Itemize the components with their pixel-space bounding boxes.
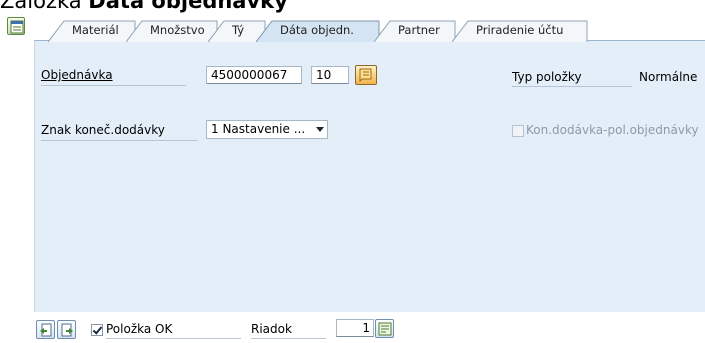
final-delivery-label-line [41,140,198,141]
row-label: Riadok [251,322,292,336]
final-delivery-item-checkbox[interactable] [512,125,524,137]
item-ok-label-line [106,338,241,339]
tab-partner[interactable]: Partner [374,20,456,42]
order-number-field[interactable]: 4500000067 [206,66,302,84]
expand-header-icon [10,20,24,34]
previous-item-icon [40,323,52,337]
item-type-label: Typ položky [512,70,582,84]
tab-account-assignment[interactable]: Priradenie účtu [452,20,588,42]
final-delivery-label: Znak koneč.dodávky [41,123,165,137]
expand-header-button[interactable] [7,17,25,35]
tab-material[interactable]: Materiál [48,20,136,42]
tab-label: Materiál [72,23,119,37]
final-delivery-item-label: Kon.dodávka-pol.objednávky [526,123,699,137]
next-item-button[interactable] [57,320,76,339]
tab-order-data[interactable]: Dáta objedn. [256,20,380,42]
item-ok-label: Položka OK [106,322,173,336]
previous-item-button[interactable] [36,320,55,339]
tab-label: Priradenie účtu [476,23,564,37]
tab-label: Partner [398,23,440,37]
row-input[interactable]: 1 [336,319,374,337]
next-item-icon [61,323,73,337]
order-label: Objednávka [41,68,113,82]
row-search-icon [378,322,392,336]
history-button[interactable] [355,65,377,85]
heading-prefix: Záložka [0,0,89,13]
order-label-line [41,85,186,86]
page-heading: Záložka Dáta objednávky [0,0,288,13]
item-type-value: Normálne [639,70,698,84]
history-icon [359,68,372,83]
heading-title: Dáta objednávky [88,0,288,13]
chevron-down-icon [316,127,324,132]
item-type-label-line [512,86,632,87]
item-detail-tabs: Materiál Množstvo Tý Dáta objedn. Partne… [38,20,703,42]
final-delivery-select-value: 1 Nastavenie ... [211,122,306,136]
tab-label: Dáta objedn. [280,23,354,37]
tab-label: Tý [232,23,245,37]
tab-label: Množstvo [150,23,205,37]
row-label-line [251,338,326,339]
order-item-field[interactable]: 10 [311,66,349,84]
row-search-button[interactable] [375,319,394,338]
final-delivery-select[interactable]: 1 Nastavenie ... [206,120,328,139]
item-ok-checkbox[interactable] [91,324,103,336]
tab-quantity[interactable]: Množstvo [126,20,218,42]
